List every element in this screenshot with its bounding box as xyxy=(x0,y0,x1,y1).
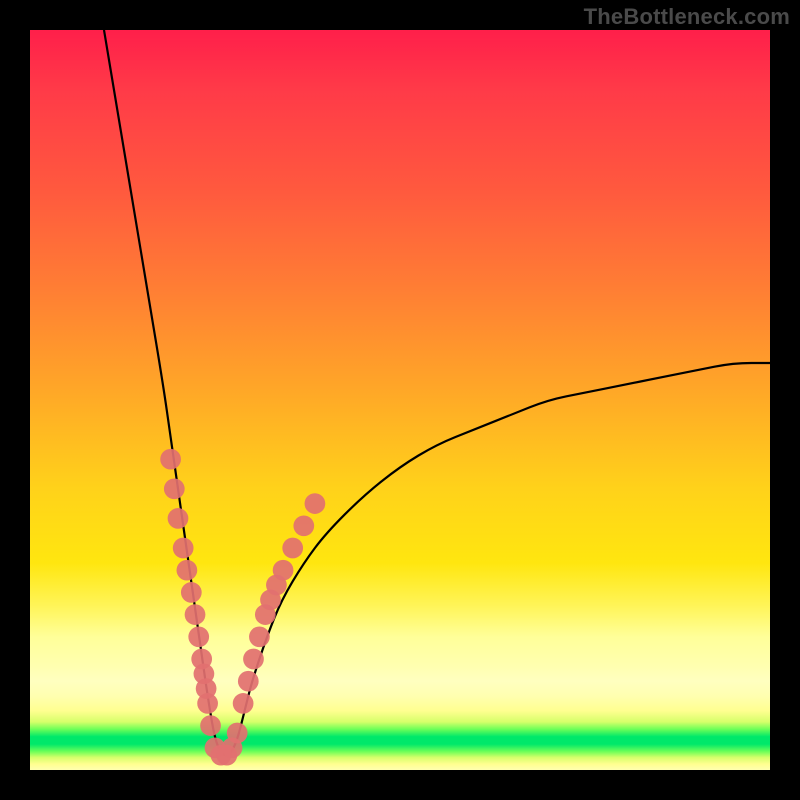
scatter-dot xyxy=(173,538,194,559)
scatter-dot xyxy=(197,693,218,714)
scatter-dot xyxy=(233,693,254,714)
scatter-dot xyxy=(168,508,189,529)
scatter-dot xyxy=(227,723,248,744)
scatter-dot xyxy=(293,515,314,536)
scatter-dot xyxy=(273,560,294,581)
scatter-dot xyxy=(243,649,264,670)
scatter-dot xyxy=(305,493,326,514)
chart-frame: TheBottleneck.com xyxy=(0,0,800,800)
scatter-dot xyxy=(188,626,209,647)
scatter-dot xyxy=(177,560,198,581)
scatter-dot xyxy=(282,538,303,559)
scatter-dot xyxy=(238,671,259,692)
scatter-dot xyxy=(185,604,206,625)
scatter-dot xyxy=(164,478,185,499)
scatter-dot xyxy=(160,449,181,470)
scatter-dot xyxy=(181,582,202,603)
scatter-dot xyxy=(200,715,221,736)
bottleneck-v-curve xyxy=(104,30,770,755)
scatter-dot xyxy=(249,626,270,647)
plot-area xyxy=(30,30,770,770)
watermark-text: TheBottleneck.com xyxy=(584,4,790,30)
chart-svg xyxy=(30,30,770,770)
